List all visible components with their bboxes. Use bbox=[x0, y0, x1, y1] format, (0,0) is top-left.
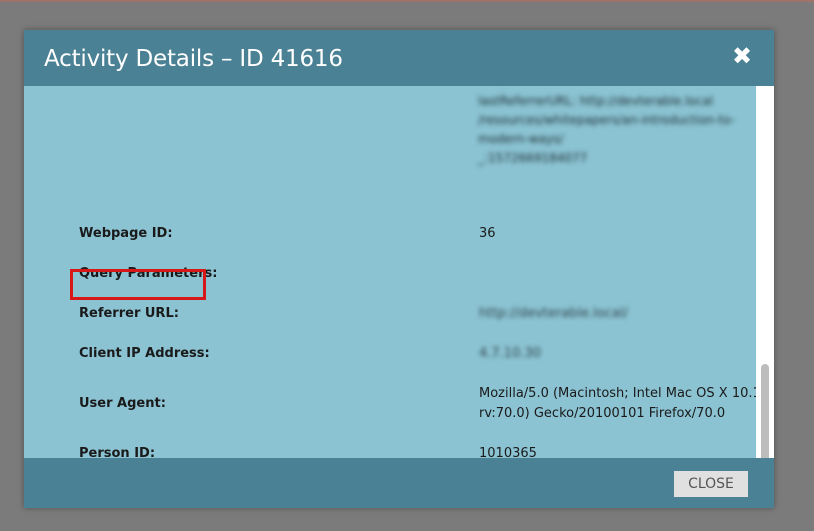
close-button[interactable]: CLOSE bbox=[674, 471, 748, 497]
referrer-url-value: http://devterable.local/ bbox=[479, 306, 628, 321]
webpage-id-value: 36 bbox=[479, 226, 496, 241]
user-agent-line-1: Mozilla/5.0 (Macintosh; Intel Mac OS X 1… bbox=[479, 386, 756, 401]
close-icon[interactable]: ✖ bbox=[730, 44, 754, 68]
blurred-previous-value: modern-ways lastReferrerURL: http://devt… bbox=[478, 86, 756, 168]
client-ip-label: Client IP Address: bbox=[79, 346, 210, 361]
dialog-footer: CLOSE bbox=[24, 458, 774, 508]
activity-details-dialog: Activity Details – ID 41616 ✖ modern-way… bbox=[24, 30, 774, 508]
dialog-title: Activity Details – ID 41616 bbox=[44, 46, 343, 72]
referrer-url-highlight-box bbox=[70, 269, 206, 300]
user-agent-label: User Agent: bbox=[79, 396, 166, 411]
blurred-line: modern-ways/ bbox=[478, 132, 564, 146]
webpage-id-label: Webpage ID: bbox=[79, 226, 173, 241]
vertical-scroll-thumb[interactable] bbox=[761, 364, 769, 470]
blurred-line: lastReferrerURL: http://devterable.local bbox=[478, 94, 714, 108]
client-ip-value: 4.7.10.30 bbox=[479, 346, 542, 361]
referrer-url-label: Referrer URL: bbox=[79, 306, 179, 321]
user-agent-line-2: rv:70.0) Gecko/20100101 Firefox/70.0 bbox=[479, 406, 726, 421]
dialog-header: Activity Details – ID 41616 ✖ bbox=[24, 30, 774, 86]
details-content: modern-ways lastReferrerURL: http://devt… bbox=[24, 86, 756, 474]
top-strip bbox=[0, 0, 814, 2]
blurred-line: _:1572669184077 bbox=[478, 151, 588, 165]
blurred-line: /resources/whitepapers/an-introduction-t… bbox=[478, 113, 735, 127]
dialog-body: modern-ways lastReferrerURL: http://devt… bbox=[24, 86, 774, 492]
blurred-line: modern-ways bbox=[478, 86, 756, 90]
